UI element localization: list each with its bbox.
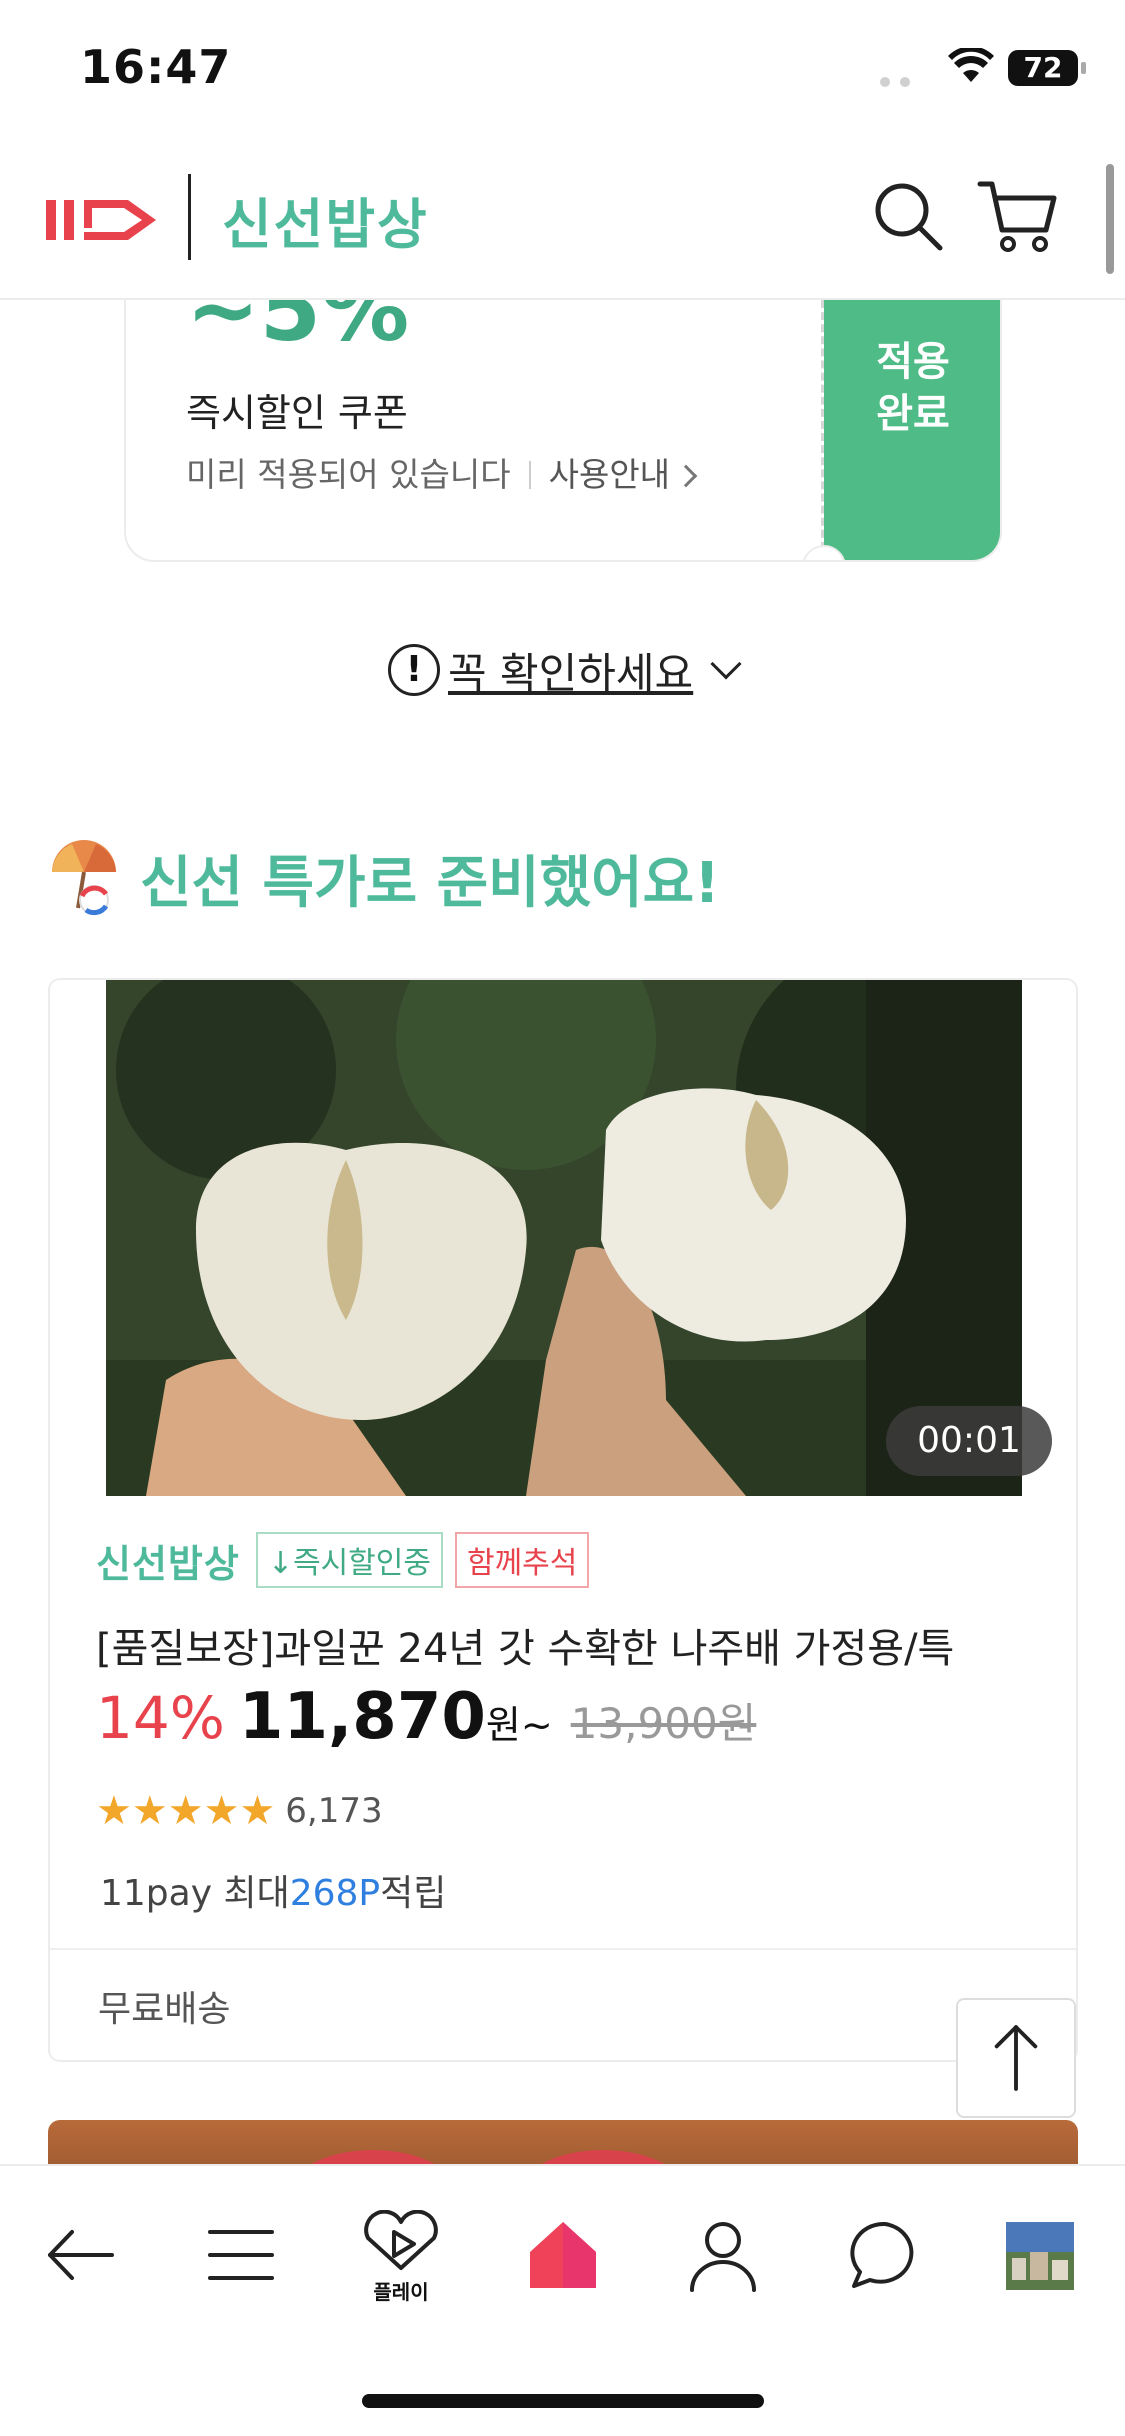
cart-icon[interactable] bbox=[976, 174, 1060, 258]
brand-title[interactable]: 신선밥상 bbox=[222, 180, 429, 259]
wifi-icon bbox=[948, 48, 994, 82]
home-indicator bbox=[362, 2394, 764, 2408]
review-count: 6,173 bbox=[285, 1791, 383, 1831]
must-check-toggle[interactable]: ! 꼭 확인하세요 bbox=[388, 640, 742, 701]
signal-dots-icon bbox=[880, 72, 920, 87]
battery-level: 72 bbox=[1023, 51, 1063, 84]
profile-icon[interactable] bbox=[678, 2210, 768, 2300]
chat-icon[interactable] bbox=[840, 2210, 930, 2300]
status-bar: 16:47 72 bbox=[0, 0, 1125, 140]
pay-suffix: 적립 bbox=[380, 1873, 447, 1914]
section-header: 신선 특가로 준비했어요! bbox=[48, 838, 720, 918]
search-icon[interactable] bbox=[868, 176, 948, 256]
applied-line-1: 적용 bbox=[876, 339, 950, 385]
pear-halves-image bbox=[106, 980, 1022, 1496]
coupon-percent: ~5% bbox=[186, 300, 410, 361]
coupon-notice-text: 미리 적용되어 있습니다 bbox=[186, 455, 511, 494]
11st-logo[interactable] bbox=[46, 178, 166, 258]
discount-rate: 14% bbox=[96, 1684, 225, 1752]
section-title: 신선 특가로 준비했어요! bbox=[140, 850, 720, 916]
scroll-indicator[interactable] bbox=[1106, 164, 1114, 274]
beach-umbrella-icon bbox=[52, 840, 116, 916]
sale-price: 11,870 bbox=[238, 1680, 486, 1754]
recent-thumbnail[interactable] bbox=[1006, 2222, 1074, 2290]
original-price: 13,900원 bbox=[570, 1699, 757, 1748]
coupon-applied-badge: 적용 완료 bbox=[824, 300, 1000, 560]
card-divider bbox=[50, 1948, 1076, 1950]
exclamation-icon: ! bbox=[388, 644, 440, 696]
logo-divider bbox=[188, 174, 191, 260]
back-icon[interactable] bbox=[36, 2210, 126, 2300]
applied-line-2: 완료 bbox=[876, 391, 950, 437]
product-card[interactable]: 00:01 신선밥상 ↓즉시할인중 함께추석 [품질보장]과일꾼 24년 갓 수… bbox=[48, 978, 1078, 2062]
coupon-notice: 미리 적용되어 있습니다 사용안내 bbox=[186, 448, 698, 496]
video-duration: 00:01 bbox=[886, 1406, 1052, 1476]
play-label: 플레이 bbox=[373, 2280, 429, 2304]
usage-guide-link[interactable]: 사용안내 bbox=[549, 455, 670, 494]
instant-discount-tag: ↓즉시할인중 bbox=[255, 1532, 443, 1588]
battery-icon: 72 bbox=[1008, 50, 1086, 86]
shipping-info: 무료배송 bbox=[98, 1989, 231, 2030]
product-video[interactable] bbox=[106, 980, 1022, 1496]
must-check-label[interactable]: 꼭 확인하세요 bbox=[448, 640, 693, 701]
scroll-to-top-button[interactable] bbox=[956, 1998, 1076, 2118]
app-header: 신선밥상 bbox=[0, 140, 1125, 300]
instant-discount-coupon: ~5% 즉시할인 쿠폰 미리 적용되어 있습니다 사용안내 적용 완료 bbox=[124, 300, 1002, 562]
chevron-right-icon bbox=[674, 464, 698, 488]
status-time: 16:47 bbox=[80, 40, 232, 94]
play-icon bbox=[364, 2209, 438, 2270]
price-unit: 원~ bbox=[485, 1703, 553, 1747]
pay-points-value: 268P bbox=[289, 1873, 381, 1914]
pay-prefix: 11pay 최대 bbox=[100, 1873, 290, 1914]
menu-icon[interactable] bbox=[196, 2210, 286, 2300]
chevron-down-icon bbox=[710, 648, 742, 680]
notice-separator bbox=[528, 461, 531, 489]
play-tab[interactable]: 플레이 bbox=[356, 2209, 446, 2304]
product-tags: 신선밥상 ↓즉시할인중 함께추석 bbox=[96, 1532, 601, 1588]
coupon-title: 즉시할인 쿠폰 bbox=[186, 391, 408, 435]
store-name[interactable]: 신선밥상 bbox=[96, 1533, 240, 1588]
product-rating: ★★★★★ 6,173 bbox=[96, 1788, 383, 1834]
product-price: 14% 11,870 원~ 13,900원 bbox=[96, 1680, 756, 1754]
pay-points: 11pay 최대268P적립 bbox=[100, 1864, 446, 1916]
home-icon[interactable] bbox=[518, 2210, 608, 2300]
star-rating-icon: ★★★★★ bbox=[96, 1788, 276, 1834]
product-name[interactable]: [품질보장]과일꾼 24년 갓 수확한 나주배 가정용/특 bbox=[96, 1616, 954, 1674]
chuseok-tag: 함께추석 bbox=[454, 1532, 590, 1588]
